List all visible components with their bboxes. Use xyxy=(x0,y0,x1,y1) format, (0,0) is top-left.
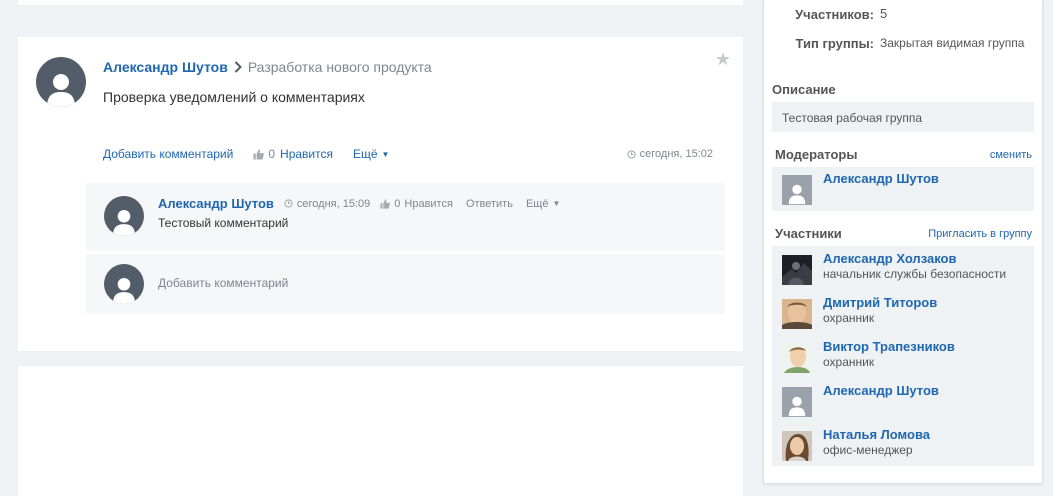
comment-like-button[interactable]: 0 Нравится xyxy=(380,198,453,210)
member-name[interactable]: Дмитрий Титоров xyxy=(823,295,937,310)
add-comment-box[interactable]: Добавить комментарий xyxy=(86,254,725,314)
user-icon xyxy=(788,184,806,205)
member-photo xyxy=(782,343,812,373)
comment: Александр Шутов сегодня, 15:09 0 Нравитс… xyxy=(86,183,725,251)
member-role: охранник xyxy=(823,355,875,369)
members-count-row: Участников: 5 xyxy=(764,6,1042,24)
member-photo xyxy=(782,299,812,329)
author-avatar[interactable] xyxy=(36,57,86,107)
post-header: Александр Шутов Разработка нового продук… xyxy=(103,59,432,75)
next-post-card xyxy=(18,366,743,496)
post-more-button[interactable]: Ещё ▼ xyxy=(353,147,389,161)
add-comment-placeholder[interactable]: Добавить комментарий xyxy=(158,276,288,290)
chevron-right-icon xyxy=(234,61,242,73)
comment-reply-link[interactable]: Ответить xyxy=(466,198,513,210)
member-role: офис-менеджер xyxy=(823,443,913,457)
member-item[interactable]: Александр Шутов xyxy=(782,381,1032,425)
post-group-link[interactable]: Разработка нового продукта xyxy=(248,59,432,75)
clock-icon xyxy=(284,199,293,208)
user-icon xyxy=(112,209,136,236)
member-item[interactable]: Виктор Трапезников охранник xyxy=(782,337,1032,381)
member-photo-image xyxy=(782,431,812,461)
comment-text: Тестовый комментарий xyxy=(158,216,289,230)
members-title: Участники xyxy=(775,226,842,241)
post-card: ★ Александр Шутов Разработка нового прод… xyxy=(18,37,743,351)
invite-to-group-link[interactable]: Пригласить в группу xyxy=(928,228,1032,240)
member-photo-image xyxy=(782,255,812,285)
moderators-title: Модераторы xyxy=(775,147,858,162)
members-count-value: 5 xyxy=(880,6,888,21)
description-title: Описание xyxy=(772,82,836,97)
group-type-label: Тип группы: xyxy=(795,36,874,51)
member-photo-image xyxy=(782,343,812,373)
post-author-link[interactable]: Александр Шутов xyxy=(103,59,228,75)
member-role: охранник xyxy=(823,311,875,325)
like-button[interactable]: 0 Нравится xyxy=(253,147,333,161)
comment-like-label: Нравится xyxy=(404,197,453,210)
moderator-name[interactable]: Александр Шутов xyxy=(823,171,939,186)
member-name[interactable]: Александр Шутов xyxy=(823,383,939,398)
member-photo-image xyxy=(782,299,812,329)
members-list: Александр Холзаков начальник службы безо… xyxy=(772,246,1034,466)
current-user-avatar xyxy=(104,264,144,304)
comment-author-link[interactable]: Александр Шутов xyxy=(158,196,274,211)
group-type-row: Тип группы: Закрытая видимая группа xyxy=(764,35,1042,69)
previous-post-card xyxy=(18,0,743,5)
member-name[interactable]: Наталья Ломова xyxy=(823,427,930,442)
like-label: Нравится xyxy=(280,147,333,161)
member-name[interactable]: Виктор Трапезников xyxy=(823,339,955,354)
caret-down-icon: ▼ xyxy=(552,199,561,208)
group-type-value: Закрытая видимая группа xyxy=(880,36,1025,50)
comment-like-count: 0 xyxy=(394,197,401,210)
member-item[interactable]: Александр Холзаков начальник службы безо… xyxy=(782,249,1032,293)
member-item[interactable]: Дмитрий Титоров охранник xyxy=(782,293,1032,337)
moderator-avatar xyxy=(782,175,812,205)
comment-time-text: сегодня, 15:09 xyxy=(296,197,371,210)
member-name[interactable]: Александр Холзаков xyxy=(823,251,956,266)
comment-header: Александр Шутов сегодня, 15:09 0 Нравитс… xyxy=(158,196,560,211)
add-comment-link[interactable]: Добавить комментарий xyxy=(103,147,233,161)
member-photo xyxy=(782,431,812,461)
comment-more-button[interactable]: Ещё ▼ xyxy=(526,198,560,210)
member-photo xyxy=(782,387,812,417)
like-count: 0 xyxy=(268,147,276,161)
post-time-text: сегодня, 15:02 xyxy=(639,148,713,160)
user-icon xyxy=(788,396,806,417)
member-photo xyxy=(782,255,812,285)
moderator-item[interactable]: Александр Шутов xyxy=(782,169,1032,213)
caret-down-icon: ▼ xyxy=(381,150,390,160)
post-text: Проверка уведомлений о комментариях xyxy=(103,89,365,105)
moderators-list: Александр Шутов xyxy=(772,167,1034,211)
members-count-label: Участников: xyxy=(795,7,874,22)
post-actions: Добавить комментарий 0 Нравится Ещё ▼ xyxy=(103,147,389,161)
group-sidebar: Участников: 5 Тип группы: Закрытая видим… xyxy=(763,0,1043,484)
thumbs-up-icon xyxy=(253,148,265,160)
description-text: Тестовая рабочая группа xyxy=(782,111,923,125)
post-time: сегодня, 15:02 xyxy=(627,148,713,160)
comment-more-label: Ещё xyxy=(525,197,549,210)
user-icon xyxy=(112,277,136,304)
member-role: начальник службы безопасности xyxy=(823,267,1007,281)
comment-author-avatar[interactable] xyxy=(104,196,144,236)
thumbs-up-icon xyxy=(380,198,391,209)
description-box: Тестовая рабочая группа xyxy=(772,102,1034,132)
user-icon xyxy=(47,74,75,107)
clock-icon xyxy=(627,149,636,159)
favorite-star-icon[interactable]: ★ xyxy=(715,49,731,70)
more-label: Ещё xyxy=(352,147,378,161)
change-moderators-link[interactable]: сменить xyxy=(990,149,1032,161)
member-item[interactable]: Наталья Ломова офис-менеджер xyxy=(782,425,1032,469)
comment-time: сегодня, 15:09 xyxy=(284,198,370,210)
